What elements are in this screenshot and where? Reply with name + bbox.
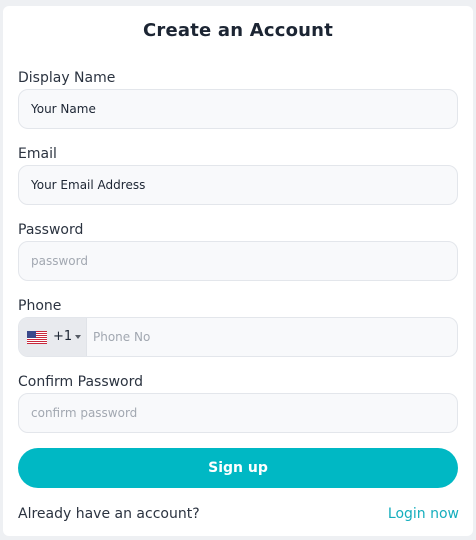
display-name-label: Display Name bbox=[18, 70, 116, 86]
confirm-password-label: Confirm Password bbox=[18, 374, 144, 390]
already-have-account-text: Already have an account? bbox=[18, 506, 200, 522]
display-name-input[interactable] bbox=[18, 89, 458, 129]
email-input[interactable] bbox=[18, 165, 458, 205]
password-label: Password bbox=[18, 222, 84, 238]
sign-up-button[interactable]: Sign up bbox=[18, 448, 458, 488]
phone-field: +1 bbox=[18, 317, 458, 357]
dial-code: +1 bbox=[53, 329, 73, 344]
signup-card: Create an Account Display Name Email Pas… bbox=[3, 6, 473, 536]
login-link[interactable]: Login now bbox=[388, 506, 459, 522]
us-flag-icon bbox=[27, 331, 47, 344]
password-input[interactable] bbox=[18, 241, 458, 281]
phone-input[interactable] bbox=[87, 318, 457, 356]
email-label: Email bbox=[18, 146, 57, 162]
country-code-selector[interactable]: +1 bbox=[19, 318, 87, 356]
phone-label: Phone bbox=[18, 298, 62, 314]
chevron-down-icon bbox=[75, 335, 81, 339]
confirm-password-input[interactable] bbox=[18, 393, 458, 433]
page-title: Create an Account bbox=[142, 20, 334, 41]
